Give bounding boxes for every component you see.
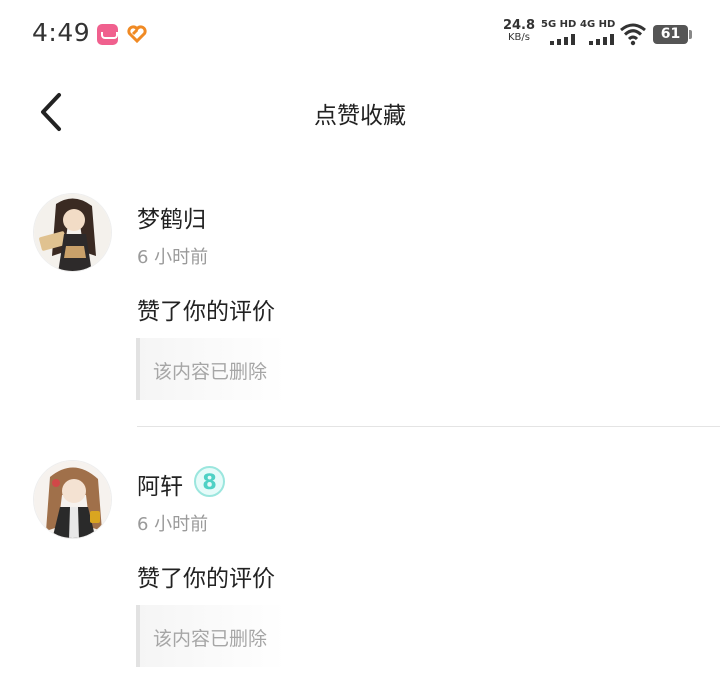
timestamp: 6 小时前 — [137, 247, 209, 268]
signal-icon: 4G HD — [580, 19, 618, 49]
timestamp: 6 小时前 — [137, 514, 209, 535]
quoted-content-text: 该内容已删除 — [153, 361, 268, 383]
signal-2-label: 4G HD — [580, 19, 616, 30]
avatar[interactable] — [33, 193, 112, 272]
status-time: 4:49 — [32, 18, 91, 47]
wifi-icon — [620, 23, 646, 46]
quoted-content-text: 该内容已删除 — [153, 628, 268, 650]
quoted-content[interactable]: 该内容已删除 — [136, 338, 286, 400]
network-speed: 24.8 KB/s — [501, 18, 537, 44]
status-bar: 4:49 24.8 KB/s 5G HD 4G HD 61 — [0, 0, 720, 68]
avatar-image — [34, 461, 111, 538]
level-badge-icon: 8 — [194, 466, 225, 497]
battery-icon: 61 — [653, 25, 692, 44]
level-badge-value: 8 — [202, 470, 217, 494]
page-title: 点赞收藏 — [314, 103, 406, 129]
signal-icon: 5G HD — [541, 19, 579, 49]
action-text: 赞了你的评价 — [137, 299, 275, 325]
quoted-content[interactable]: 该内容已删除 — [136, 605, 286, 667]
avatar-image — [34, 194, 111, 271]
network-speed-value: 24.8 — [502, 18, 536, 33]
app-notification-icon — [97, 24, 118, 45]
username[interactable]: 阿轩 — [137, 467, 183, 501]
username[interactable]: 梦鹤归 — [137, 200, 206, 234]
app-heart-icon — [127, 25, 147, 44]
network-speed-unit: KB/s — [508, 32, 530, 43]
signal-1-label: 5G HD — [541, 19, 577, 30]
divider — [137, 426, 720, 427]
action-text: 赞了你的评价 — [137, 566, 275, 592]
avatar[interactable] — [33, 460, 112, 539]
